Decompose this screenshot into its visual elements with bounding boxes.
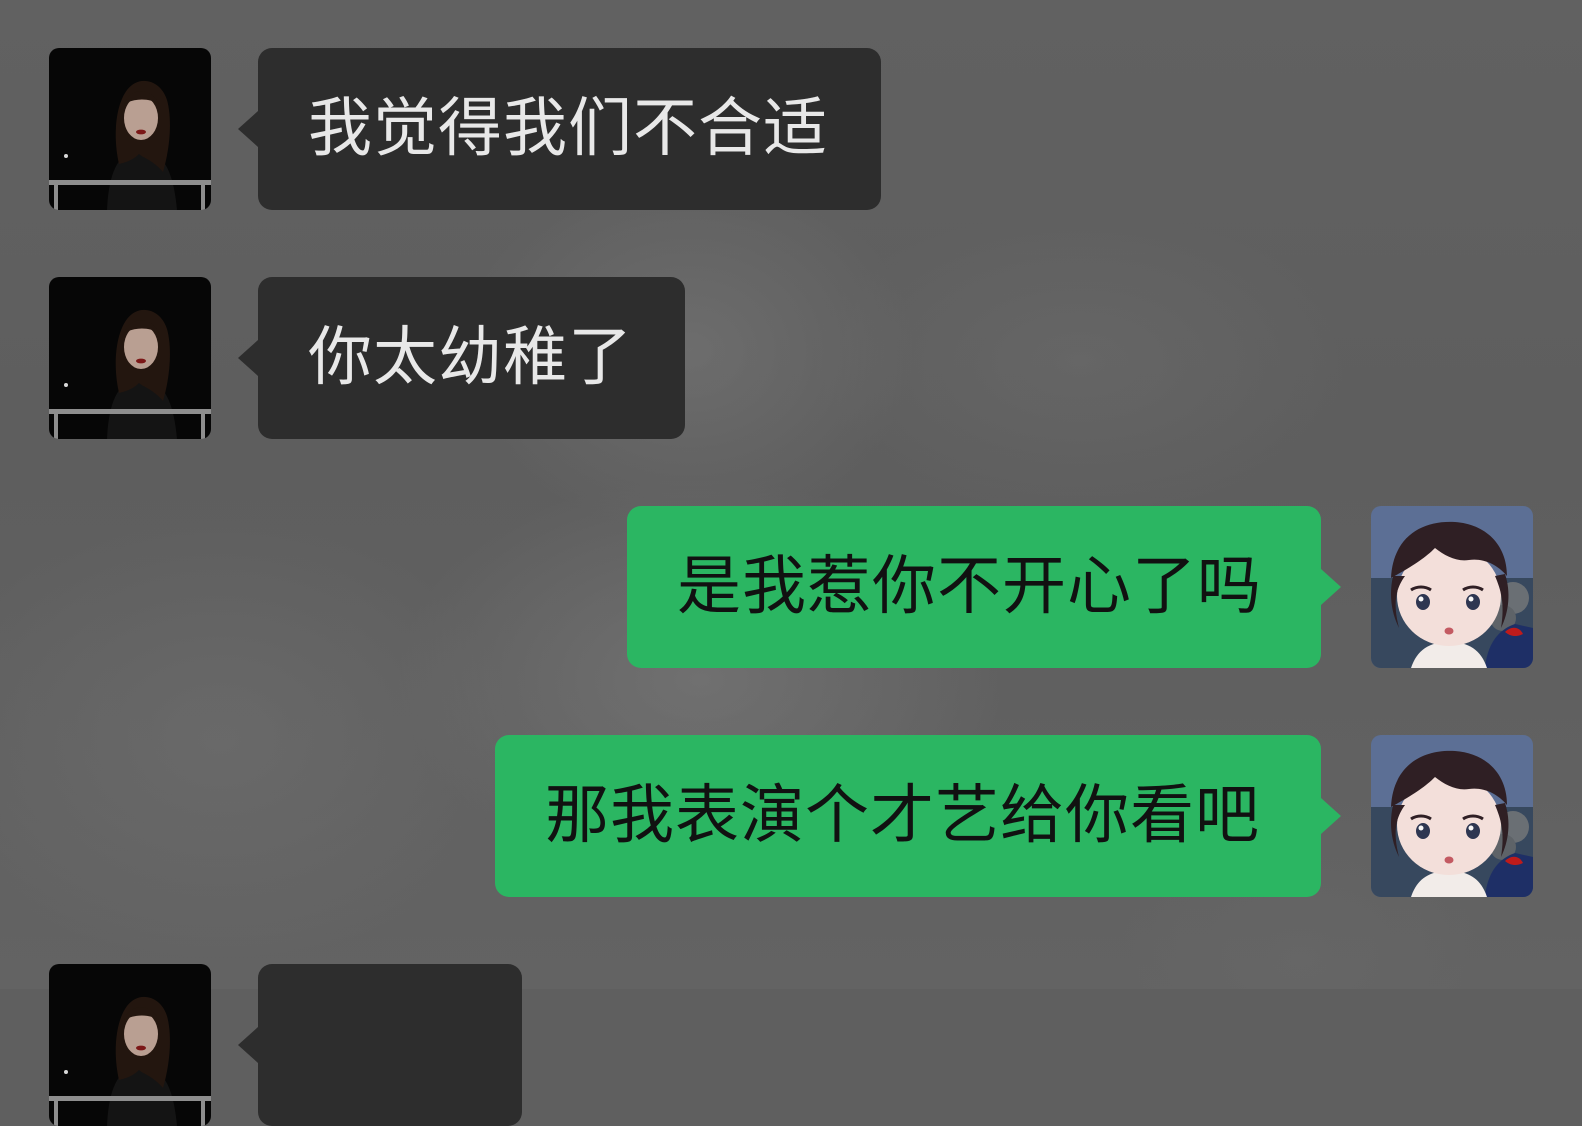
self-avatar-icon[interactable] [1371, 735, 1533, 897]
bubble-tail [238, 340, 258, 376]
message-row-incoming-partial [0, 964, 1582, 1126]
contact-avatar-icon[interactable] [49, 964, 211, 1126]
self-avatar-icon[interactable] [1371, 506, 1533, 668]
contact-avatar-icon[interactable] [49, 277, 211, 439]
message-row-outgoing: 那我表演个才艺给你看吧 [0, 735, 1582, 897]
bubble-tail [1321, 798, 1341, 834]
message-row-incoming: 你太幼稚了 [0, 277, 1582, 439]
bubble-tail [1321, 569, 1341, 605]
message-bubble-outgoing[interactable]: 是我惹你不开心了吗 [627, 506, 1341, 668]
message-text: 你太幼稚了 [308, 321, 633, 395]
message-row-outgoing: 是我惹你不开心了吗 [0, 506, 1582, 668]
message-text: 那我表演个才艺给你看吧 [545, 779, 1260, 853]
bubble-tail [238, 111, 258, 147]
contact-avatar-icon[interactable] [49, 48, 211, 210]
message-bubble-incoming[interactable]: 你太幼稚了 [238, 277, 685, 439]
message-bubble-incoming[interactable]: 我觉得我们不合适 [238, 48, 881, 210]
message-text: 我觉得我们不合适 [308, 92, 828, 166]
bubble-tail [238, 1027, 258, 1063]
message-bubble-outgoing[interactable]: 那我表演个才艺给你看吧 [495, 735, 1341, 897]
message-bubble-incoming[interactable] [238, 964, 522, 1126]
message-text: 是我惹你不开心了吗 [677, 550, 1262, 624]
message-row-incoming: 我觉得我们不合适 [0, 48, 1582, 210]
